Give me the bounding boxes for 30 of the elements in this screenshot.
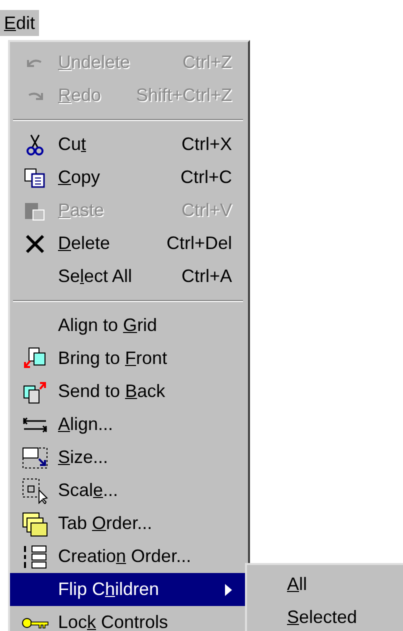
submenu-arrow-icon <box>225 584 232 596</box>
align-icon <box>22 414 48 434</box>
bring-to-front-icon <box>23 346 47 370</box>
menu-item[interactable]: Select All Ctrl+A <box>10 260 246 293</box>
send-to-back-icon <box>23 380 47 404</box>
menu-item[interactable]: Align to Grid <box>10 309 246 342</box>
resize-icon <box>22 446 48 468</box>
menu-item[interactable]: Send to Back <box>10 375 246 408</box>
menu-item[interactable]: Creation Order... <box>10 540 246 573</box>
delete-icon <box>25 234 45 254</box>
menu-item[interactable]: Flip Children <box>10 573 246 606</box>
copy-icon <box>24 168 46 188</box>
submenu-item[interactable]: Selected <box>247 601 403 631</box>
menu-item[interactable]: Bring to Front <box>10 342 246 375</box>
scale-icon <box>22 478 48 504</box>
menu-bar-item[interactable]: Edit <box>0 10 40 36</box>
menu-item[interactable]: Lock Controls <box>10 606 246 631</box>
menu-item[interactable]: Tab Order... <box>10 507 246 540</box>
list-order-icon <box>22 544 48 570</box>
menu-item[interactable]: Scale... <box>10 474 246 507</box>
menu-item[interactable]: Size... <box>10 441 246 474</box>
menu-item[interactable]: Cut Ctrl+X <box>10 128 246 161</box>
folders-icon <box>22 510 48 536</box>
menu-item[interactable]: Copy Ctrl+C <box>10 161 246 194</box>
key-icon <box>21 616 49 628</box>
submenu-item[interactable]: All <box>247 568 403 601</box>
scissors-icon <box>26 134 44 156</box>
menu-item[interactable]: Delete Ctrl+Del <box>10 227 246 260</box>
clipboard-icon <box>24 200 46 220</box>
menu-item[interactable]: Align... <box>10 408 246 441</box>
